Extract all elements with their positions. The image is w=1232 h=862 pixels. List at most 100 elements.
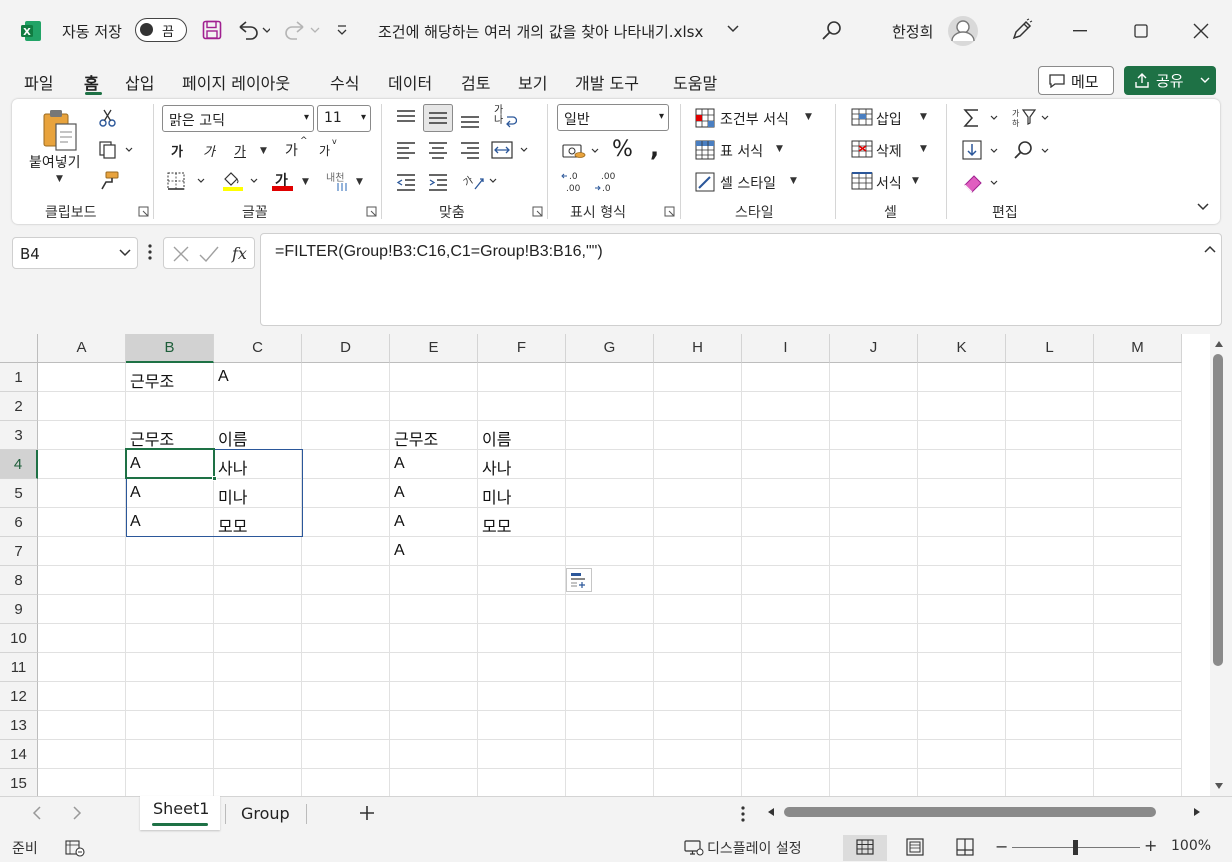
cell-h9[interactable]: [654, 595, 742, 624]
add-sheet-icon[interactable]: [359, 805, 375, 821]
cell-h8[interactable]: [654, 566, 742, 595]
cell-c4[interactable]: 사나: [214, 450, 302, 479]
conditional-formatting-icon[interactable]: [695, 108, 715, 128]
cell-g5[interactable]: [566, 479, 654, 508]
cell-b9[interactable]: [126, 595, 214, 624]
tab-home[interactable]: 홈: [84, 70, 99, 94]
cell-g4[interactable]: [566, 450, 654, 479]
cell-k15[interactable]: [918, 769, 1006, 796]
cell-d14[interactable]: [302, 740, 390, 769]
cell-i13[interactable]: [742, 711, 830, 740]
cell-g1[interactable]: [566, 363, 654, 392]
cell-d9[interactable]: [302, 595, 390, 624]
row-header-10[interactable]: 10: [0, 624, 38, 653]
row-header-13[interactable]: 13: [0, 711, 38, 740]
tab-help[interactable]: 도움말: [673, 70, 717, 94]
scroll-up-icon[interactable]: [1214, 340, 1224, 348]
cell-l4[interactable]: [1006, 450, 1094, 479]
cell-d8[interactable]: [302, 566, 390, 595]
cell-a15[interactable]: [38, 769, 126, 796]
borders-icon[interactable]: [167, 172, 209, 190]
tab-page-layout[interactable]: 페이지 레이아웃: [182, 70, 290, 94]
collapse-formula-bar-icon[interactable]: [1203, 244, 1217, 254]
cell-l2[interactable]: [1006, 392, 1094, 421]
cell-k12[interactable]: [918, 682, 1006, 711]
column-header-a[interactable]: A: [38, 334, 126, 363]
sort-filter-icon[interactable]: 가하: [1012, 107, 1054, 129]
cell-i7[interactable]: [742, 537, 830, 566]
cell-e9[interactable]: [390, 595, 478, 624]
cell-m10[interactable]: [1094, 624, 1182, 653]
cell-e15[interactable]: [390, 769, 478, 796]
cell-g2[interactable]: [566, 392, 654, 421]
cell-d1[interactable]: [302, 363, 390, 392]
cell-d5[interactable]: [302, 479, 390, 508]
cell-j9[interactable]: [830, 595, 918, 624]
cell-m1[interactable]: [1094, 363, 1182, 392]
align-right-icon[interactable]: [460, 141, 480, 159]
undo-icon[interactable]: [236, 19, 270, 41]
scroll-left-icon[interactable]: [767, 807, 775, 817]
cell-i11[interactable]: [742, 653, 830, 682]
cell-m6[interactable]: [1094, 508, 1182, 537]
cell-a2[interactable]: [38, 392, 126, 421]
cell-a13[interactable]: [38, 711, 126, 740]
cell-l14[interactable]: [1006, 740, 1094, 769]
cell-h2[interactable]: [654, 392, 742, 421]
increase-indent-icon[interactable]: [428, 173, 448, 191]
cell-i14[interactable]: [742, 740, 830, 769]
redo-icon[interactable]: [283, 19, 323, 41]
maximize-icon[interactable]: [1134, 24, 1148, 38]
delete-cells-icon[interactable]: [851, 140, 873, 160]
cell-l15[interactable]: [1006, 769, 1094, 796]
prev-sheet-icon[interactable]: [32, 806, 42, 820]
orientation-icon[interactable]: 가: [461, 170, 501, 192]
number-dialog-launcher-icon[interactable]: [664, 206, 675, 217]
cell-c8[interactable]: [214, 566, 302, 595]
format-dropdown-icon[interactable]: ▼: [912, 176, 919, 186]
cell-m7[interactable]: [1094, 537, 1182, 566]
cell-j13[interactable]: [830, 711, 918, 740]
formula-input[interactable]: =FILTER(Group!B3:C16,C1=Group!B3:B16,""): [260, 233, 1222, 326]
cell-m13[interactable]: [1094, 711, 1182, 740]
cell-styles-dropdown-icon[interactable]: ▼: [790, 176, 797, 186]
scroll-down-icon[interactable]: [1214, 782, 1224, 790]
cell-i8[interactable]: [742, 566, 830, 595]
cell-k5[interactable]: [918, 479, 1006, 508]
cell-g3[interactable]: [566, 421, 654, 450]
cell-b14[interactable]: [126, 740, 214, 769]
cell-d7[interactable]: [302, 537, 390, 566]
row-header-6[interactable]: 6: [0, 508, 38, 537]
bold-button[interactable]: 가: [171, 141, 183, 160]
collapse-ribbon-icon[interactable]: [1196, 202, 1210, 212]
zoom-level[interactable]: 100%: [1171, 838, 1211, 854]
grow-font-button[interactable]: 가: [285, 140, 298, 160]
tab-review[interactable]: 검토: [461, 70, 490, 94]
cell-c1[interactable]: A: [214, 363, 302, 392]
column-header-j[interactable]: J: [830, 334, 918, 363]
cell-m3[interactable]: [1094, 421, 1182, 450]
conditional-dropdown-icon[interactable]: ▼: [805, 112, 812, 122]
cell-c11[interactable]: [214, 653, 302, 682]
cell-i9[interactable]: [742, 595, 830, 624]
cell-i12[interactable]: [742, 682, 830, 711]
cell-j2[interactable]: [830, 392, 918, 421]
cell-k8[interactable]: [918, 566, 1006, 595]
cell-j8[interactable]: [830, 566, 918, 595]
cell-m8[interactable]: [1094, 566, 1182, 595]
tab-developer[interactable]: 개발 도구: [575, 70, 639, 94]
underline-button[interactable]: 가: [234, 141, 246, 160]
close-icon[interactable]: [1193, 23, 1209, 39]
cell-b15[interactable]: [126, 769, 214, 796]
cell-h14[interactable]: [654, 740, 742, 769]
cell-e5[interactable]: A: [390, 479, 478, 508]
cell-f11[interactable]: [478, 653, 566, 682]
format-cells-icon[interactable]: [851, 172, 873, 192]
tab-formulas[interactable]: 수식: [330, 70, 359, 94]
cell-h10[interactable]: [654, 624, 742, 653]
more-options-icon[interactable]: [148, 243, 152, 261]
cell-c5[interactable]: 미나: [214, 479, 302, 508]
format-painter-icon[interactable]: [98, 171, 120, 191]
cell-g6[interactable]: [566, 508, 654, 537]
cell-f2[interactable]: [478, 392, 566, 421]
